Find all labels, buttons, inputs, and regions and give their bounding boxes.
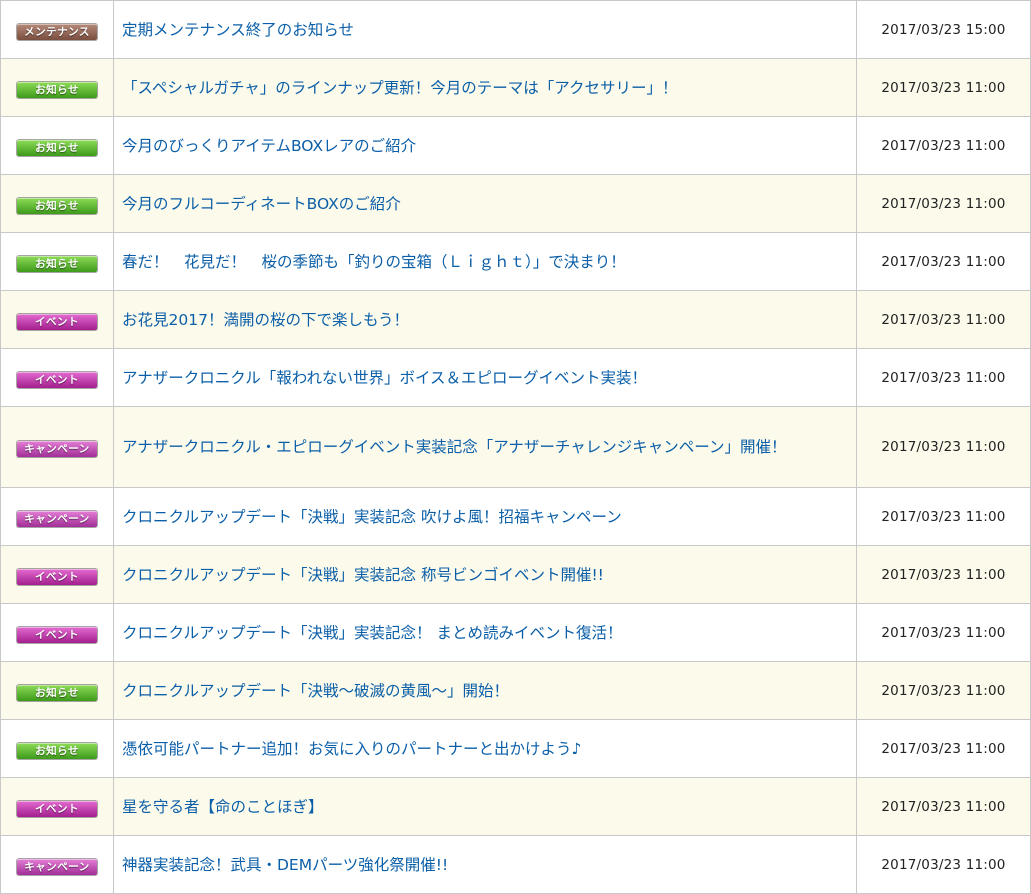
news-date: 2017/03/23 11:00 xyxy=(856,290,1031,349)
news-category-cell: お知らせ xyxy=(0,232,114,291)
news-row: イベント お花見2017！満開の桜の下で楽しもう！ 2017/03/23 11:… xyxy=(0,290,1031,349)
news-date: 2017/03/23 11:00 xyxy=(856,232,1031,291)
news-row: イベント アナザークロニクル「報われない世界」ボイス＆エピローグイベント実装！ … xyxy=(0,348,1031,407)
news-title-cell: クロニクルアップデート「決戦」実装記念 吹けよ風！招福キャンペーン xyxy=(113,487,857,546)
news-title-link[interactable]: お花見2017！満開の桜の下で楽しもう！ xyxy=(122,308,409,332)
news-title-cell: お花見2017！満開の桜の下で楽しもう！ xyxy=(113,290,857,349)
category-badge: お知らせ xyxy=(17,139,97,156)
news-list-table: メンテナンス 定期メンテナンス終了のお知らせ 2017/03/23 15:00 … xyxy=(0,0,1031,894)
news-date: 2017/03/23 11:00 xyxy=(856,348,1031,407)
news-row: お知らせ クロニクルアップデート「決戦～破滅の黄風～」開始！ 2017/03/2… xyxy=(0,661,1031,720)
news-title-cell: 神器実装記念！武具・DEMパーツ強化祭開催!! xyxy=(113,835,857,894)
news-row: キャンペーン クロニクルアップデート「決戦」実装記念 吹けよ風！招福キャンペーン… xyxy=(0,487,1031,546)
category-badge: イベント xyxy=(17,800,97,817)
news-title-link[interactable]: クロニクルアップデート「決戦」実装記念 吹けよ風！招福キャンペーン xyxy=(122,505,622,529)
news-category-cell: イベント xyxy=(0,603,114,662)
news-row: メンテナンス 定期メンテナンス終了のお知らせ 2017/03/23 15:00 xyxy=(0,0,1031,59)
news-title-cell: クロニクルアップデート「決戦～破滅の黄風～」開始！ xyxy=(113,661,857,720)
news-category-cell: イベント xyxy=(0,290,114,349)
news-category-cell: イベント xyxy=(0,348,114,407)
news-title-link[interactable]: クロニクルアップデート「決戦」実装記念 称号ビンゴイベント開催!! xyxy=(122,563,604,587)
news-row: お知らせ 春だ！ 花見だ！ 桜の季節も「釣りの宝箱（Ｌｉｇｈｔ）」で決まり！ 2… xyxy=(0,232,1031,291)
news-date: 2017/03/23 11:00 xyxy=(856,58,1031,117)
news-title-cell: クロニクルアップデート「決戦」実装記念 称号ビンゴイベント開催!! xyxy=(113,545,857,604)
news-date: 2017/03/23 11:00 xyxy=(856,545,1031,604)
category-badge: キャンペーン xyxy=(17,441,97,457)
news-title-cell: アナザークロニクル・エピローグイベント実装記念「アナザーチャレンジキャンペーン」… xyxy=(113,406,857,488)
news-title-link[interactable]: アナザークロニクル・エピローグイベント実装記念「アナザーチャレンジキャンペーン」… xyxy=(122,435,787,459)
news-date: 2017/03/23 11:00 xyxy=(856,719,1031,778)
news-category-cell: お知らせ xyxy=(0,174,114,233)
news-row: お知らせ 今月のフルコーディネートBOXのご紹介 2017/03/23 11:0… xyxy=(0,174,1031,233)
news-category-cell: イベント xyxy=(0,545,114,604)
news-category-cell: メンテナンス xyxy=(0,0,114,59)
category-badge: お知らせ xyxy=(17,197,97,214)
news-list-body: メンテナンス 定期メンテナンス終了のお知らせ 2017/03/23 15:00 … xyxy=(0,0,1031,894)
news-date: 2017/03/23 15:00 xyxy=(856,0,1031,59)
news-title-link[interactable]: 「スペシャルガチャ」のラインナップ更新！今月のテーマは「アクセサリー」！ xyxy=(122,76,678,100)
news-title-cell: 春だ！ 花見だ！ 桜の季節も「釣りの宝箱（Ｌｉｇｈｔ）」で決まり！ xyxy=(113,232,857,291)
news-title-link[interactable]: 星を守る者【命のことほぎ】 xyxy=(122,795,324,819)
news-title-cell: クロニクルアップデート「決戦」実装記念！ まとめ読みイベント復活！ xyxy=(113,603,857,662)
news-title-link[interactable]: アナザークロニクル「報われない世界」ボイス＆エピローグイベント実装！ xyxy=(122,366,647,390)
category-badge: イベント xyxy=(17,371,97,388)
category-badge: お知らせ xyxy=(17,742,97,759)
news-row: キャンペーン アナザークロニクル・エピローグイベント実装記念「アナザーチャレンジ… xyxy=(0,406,1031,488)
news-date: 2017/03/23 11:00 xyxy=(856,116,1031,175)
news-date: 2017/03/23 11:00 xyxy=(856,777,1031,836)
news-title-cell: 定期メンテナンス終了のお知らせ xyxy=(113,0,857,59)
news-date: 2017/03/23 11:00 xyxy=(856,406,1031,488)
news-category-cell: キャンペーン xyxy=(0,406,114,488)
category-badge: お知らせ xyxy=(17,255,97,272)
news-title-link[interactable]: 憑依可能パートナー追加！お気に入りのパートナーと出かけよう♪ xyxy=(122,737,581,761)
news-title-link[interactable]: 今月のフルコーディネートBOXのご紹介 xyxy=(122,192,401,216)
news-date: 2017/03/23 11:00 xyxy=(856,603,1031,662)
news-title-cell: アナザークロニクル「報われない世界」ボイス＆エピローグイベント実装！ xyxy=(113,348,857,407)
news-category-cell: キャンペーン xyxy=(0,835,114,894)
news-title-link[interactable]: 今月のびっくりアイテムBOXレアのご紹介 xyxy=(122,134,416,158)
category-badge: イベント xyxy=(17,313,97,330)
category-badge: イベント xyxy=(17,626,97,643)
news-title-link[interactable]: 春だ！ 花見だ！ 桜の季節も「釣りの宝箱（Ｌｉｇｈｔ）」で決まり！ xyxy=(122,250,626,274)
news-title-link[interactable]: 神器実装記念！武具・DEMパーツ強化祭開催!! xyxy=(122,853,448,877)
news-category-cell: お知らせ xyxy=(0,116,114,175)
category-badge: キャンペーン xyxy=(17,510,97,527)
news-row: キャンペーン 神器実装記念！武具・DEMパーツ強化祭開催!! 2017/03/2… xyxy=(0,835,1031,894)
news-title-cell: 憑依可能パートナー追加！お気に入りのパートナーと出かけよう♪ xyxy=(113,719,857,778)
news-date: 2017/03/23 11:00 xyxy=(856,835,1031,894)
news-date: 2017/03/23 11:00 xyxy=(856,661,1031,720)
news-category-cell: イベント xyxy=(0,777,114,836)
news-row: イベント 星を守る者【命のことほぎ】 2017/03/23 11:00 xyxy=(0,777,1031,836)
news-category-cell: お知らせ xyxy=(0,58,114,117)
news-category-cell: お知らせ xyxy=(0,719,114,778)
category-badge: イベント xyxy=(17,568,97,585)
news-category-cell: お知らせ xyxy=(0,661,114,720)
news-title-link[interactable]: クロニクルアップデート「決戦～破滅の黄風～」開始！ xyxy=(122,679,509,703)
news-title-cell: 今月のフルコーディネートBOXのご紹介 xyxy=(113,174,857,233)
category-badge: お知らせ xyxy=(17,684,97,701)
news-title-cell: 今月のびっくりアイテムBOXレアのご紹介 xyxy=(113,116,857,175)
news-row: イベント クロニクルアップデート「決戦」実装記念！ まとめ読みイベント復活！ 2… xyxy=(0,603,1031,662)
news-row: イベント クロニクルアップデート「決戦」実装記念 称号ビンゴイベント開催!! 2… xyxy=(0,545,1031,604)
news-row: お知らせ 憑依可能パートナー追加！お気に入りのパートナーと出かけよう♪ 2017… xyxy=(0,719,1031,778)
news-date: 2017/03/23 11:00 xyxy=(856,487,1031,546)
news-title-link[interactable]: 定期メンテナンス終了のお知らせ xyxy=(122,18,354,42)
news-title-cell: 星を守る者【命のことほぎ】 xyxy=(113,777,857,836)
news-title-link[interactable]: クロニクルアップデート「決戦」実装記念！ まとめ読みイベント復活！ xyxy=(122,621,622,645)
category-badge: メンテナンス xyxy=(17,23,97,40)
news-title-cell: 「スペシャルガチャ」のラインナップ更新！今月のテーマは「アクセサリー」！ xyxy=(113,58,857,117)
category-badge: お知らせ xyxy=(17,81,97,98)
news-row: お知らせ 「スペシャルガチャ」のラインナップ更新！今月のテーマは「アクセサリー」… xyxy=(0,58,1031,117)
news-category-cell: キャンペーン xyxy=(0,487,114,546)
news-row: お知らせ 今月のびっくりアイテムBOXレアのご紹介 2017/03/23 11:… xyxy=(0,116,1031,175)
news-date: 2017/03/23 11:00 xyxy=(856,174,1031,233)
category-badge: キャンペーン xyxy=(17,858,97,875)
